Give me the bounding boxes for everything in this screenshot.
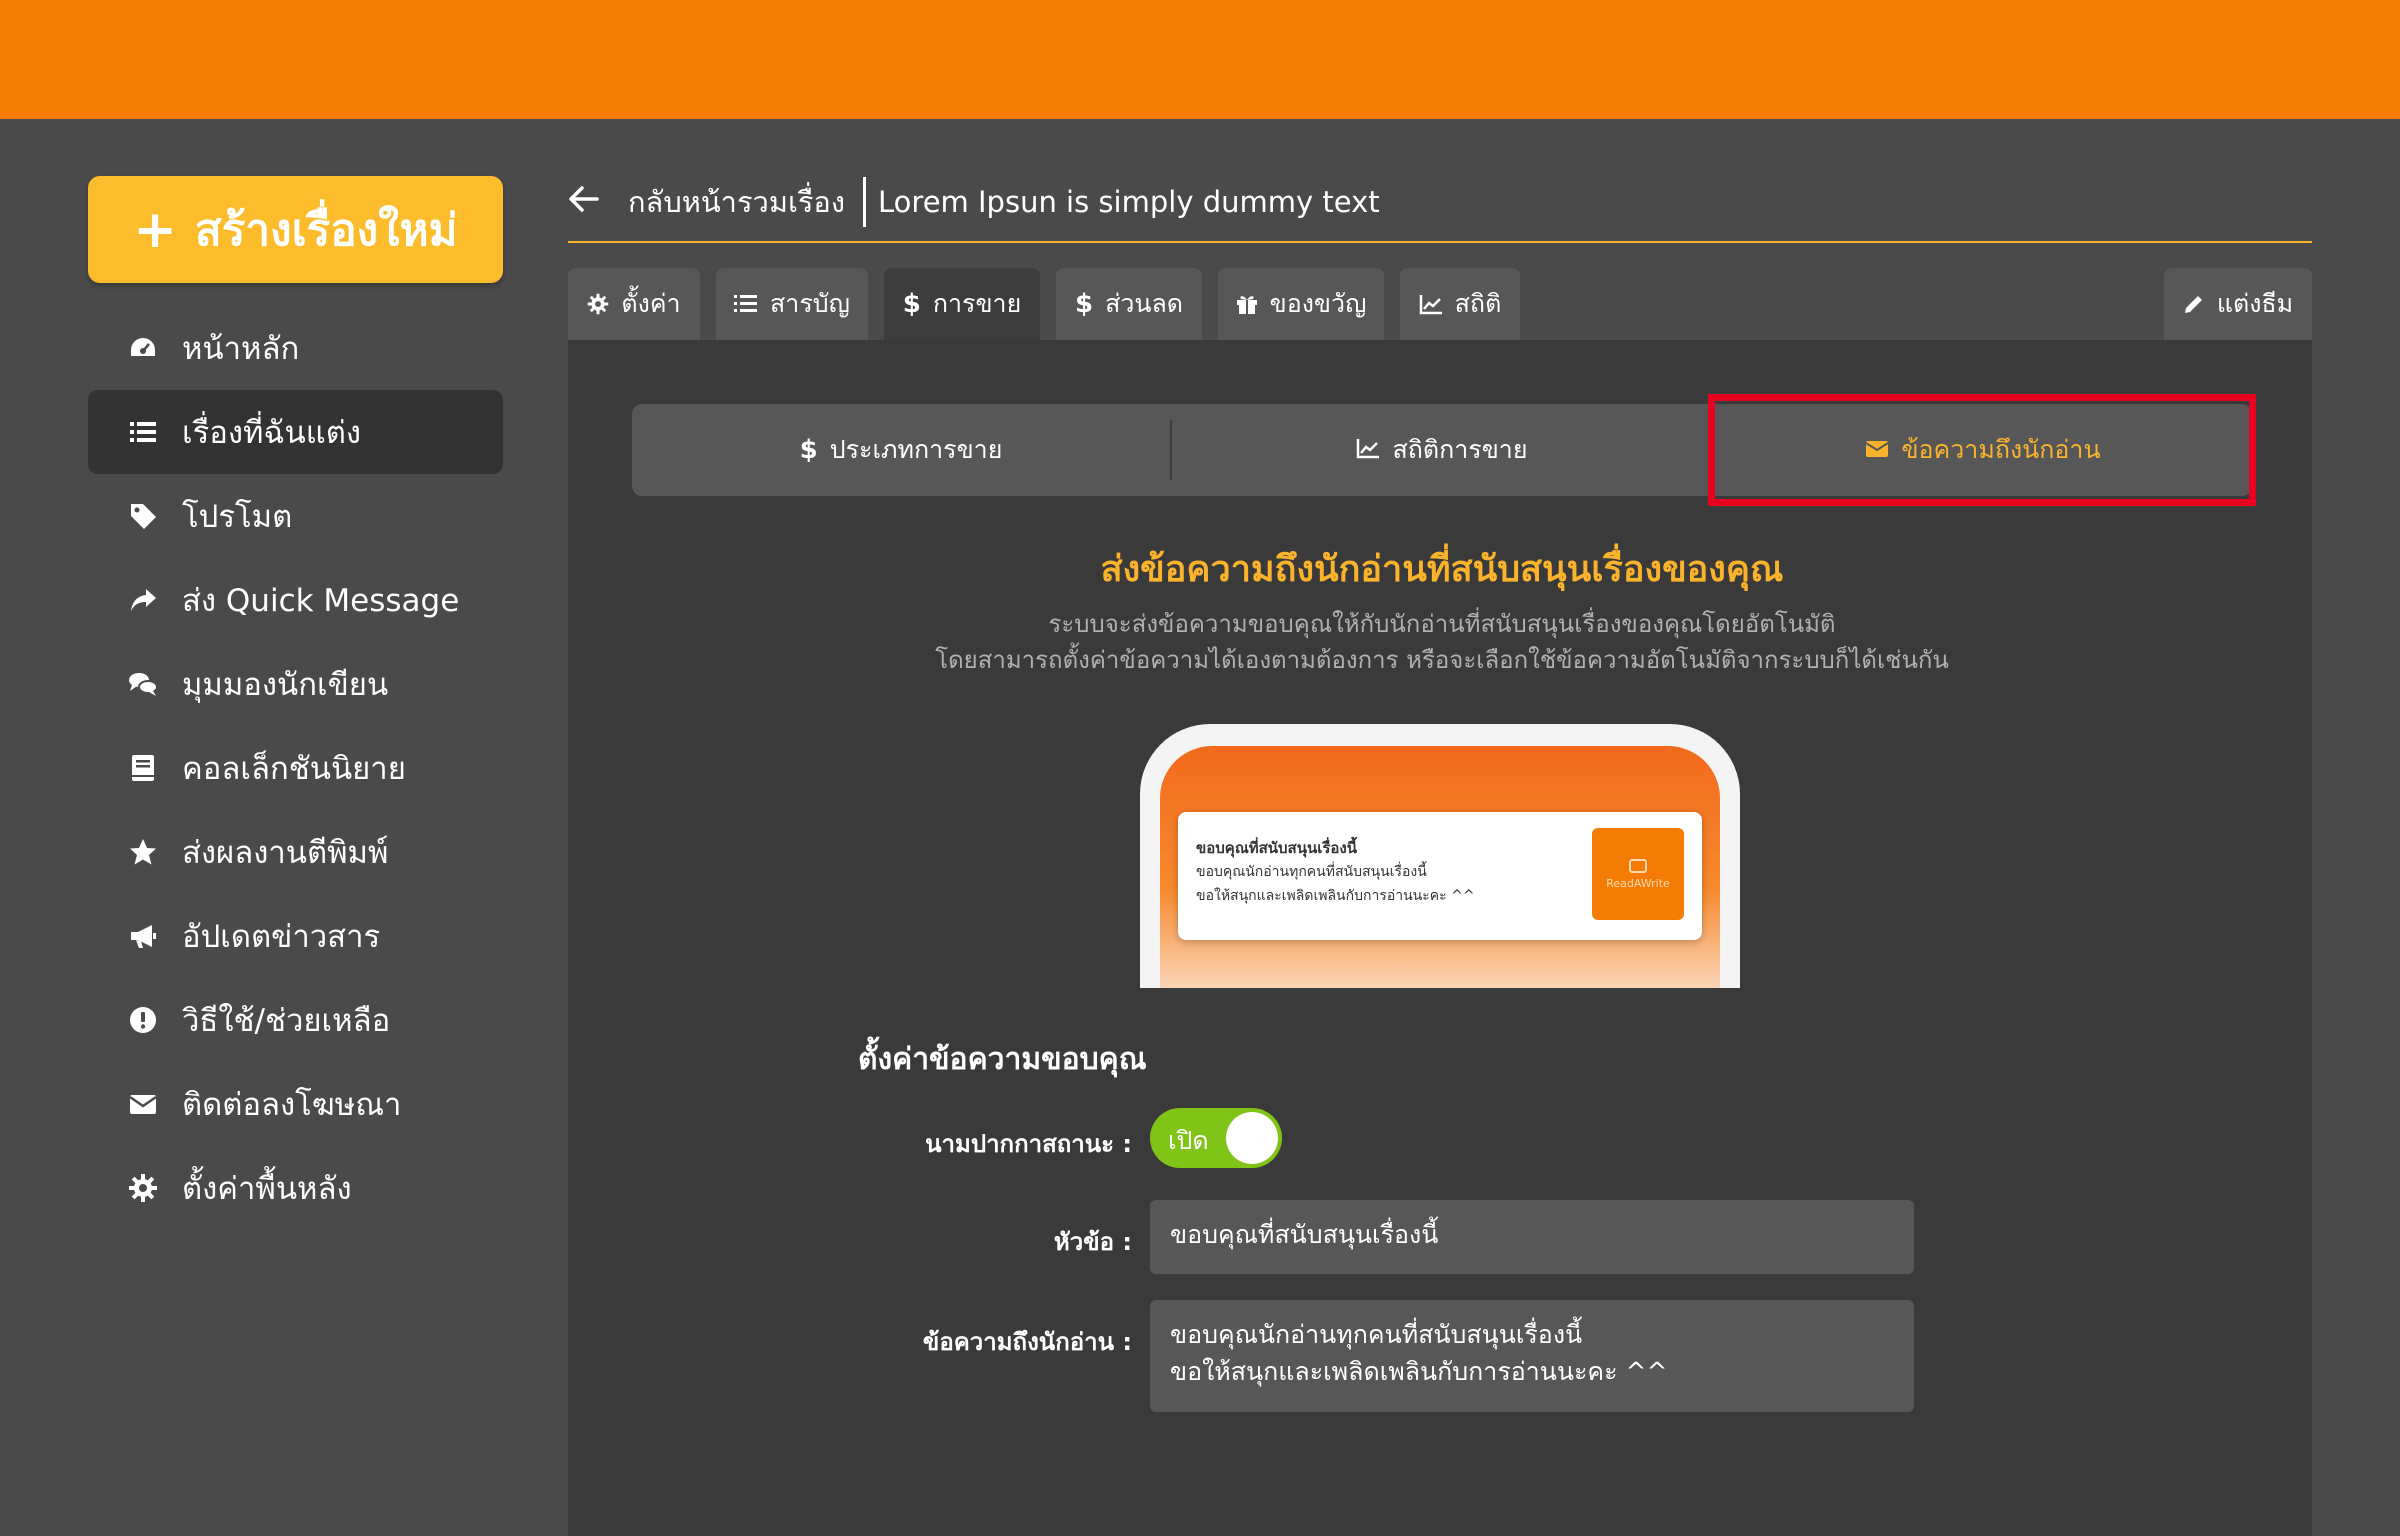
book-icon — [126, 751, 160, 785]
subtab-label: สถิติการขาย — [1392, 435, 1528, 464]
story-title: Lorem Ipsun is simply dummy text — [878, 185, 1380, 219]
sidebar-item-quick-message[interactable]: ส่ง Quick Message — [88, 558, 503, 642]
sidebar-item-ads-contact[interactable]: ติดต่อลงโฆษณา — [88, 1062, 503, 1146]
alert-circle-icon — [126, 1003, 160, 1037]
sidebar-item-news[interactable]: อัปเดตข่าวสาร — [88, 894, 503, 978]
message-line: ขอให้สนุกและเพลิดเพลินกับการอ่านนะคะ ^^ — [1170, 1357, 1668, 1386]
form-section-title: ตั้งค่าข้อความขอบคุณ — [858, 1042, 1147, 1077]
sidebar-item-label: ส่งผลงานตีพิมพ์ — [182, 835, 389, 871]
notification-line: ขอบคุณนักอ่านทุกคนที่สนับสนุนเรื่องนี้ — [1196, 864, 1427, 880]
dollar-icon: $ — [902, 289, 921, 319]
sidebar-item-label: หน้าหลัก — [182, 331, 300, 367]
anonymous-label: นามปากกาสถานะ : — [925, 1130, 1132, 1158]
pencil-icon — [2183, 293, 2205, 315]
subject-input[interactable]: ขอบคุณที่สนับสนุนเรื่องนี้ — [1150, 1200, 1914, 1274]
sidebar-item-label: วิธีใช้/ช่วยเหลือ — [182, 1003, 391, 1039]
tab-contents[interactable]: สารบัญ — [716, 268, 868, 340]
notification-text: ขอบคุณที่สนับสนุนเรื่องนี้ ขอบคุณนักอ่าน… — [1196, 836, 1475, 908]
tab-label: แต่งธีม — [2216, 289, 2294, 318]
tab-gifts[interactable]: ของขวัญ — [1218, 268, 1384, 340]
sidebar-item-home[interactable]: หน้าหลัก — [88, 306, 503, 390]
toggle-knob — [1226, 1112, 1278, 1164]
sidebar-item-publish[interactable]: ส่งผลงานตีพิมพ์ — [88, 810, 503, 894]
subtab-label: ประเภทการขาย — [829, 435, 1003, 464]
tab-label: สารบัญ — [770, 289, 850, 318]
breadcrumb-divider — [863, 177, 867, 227]
line-chart-icon — [1419, 293, 1443, 315]
tab-label: ส่วนลด — [1105, 289, 1184, 318]
tab-label: ของขวัญ — [1269, 289, 1367, 318]
sidebar-item-label: เรื่องที่ฉันแต่ง — [182, 415, 361, 451]
notification-line: ขอให้สนุกและเพลิดเพลินกับการอ่านนะคะ ^^ — [1196, 888, 1475, 904]
sidebar-item-help[interactable]: วิธีใช้/ช่วยเหลือ — [88, 978, 503, 1062]
sidebar-item-collection[interactable]: คอลเล็กชันนิยาย — [88, 726, 503, 810]
sidebar-item-label: ตั้งค่าพื้นหลัง — [182, 1171, 352, 1207]
tab-customize-theme[interactable]: แต่งธีม — [2164, 268, 2312, 340]
tab-label: การขาย — [932, 289, 1022, 318]
gear-icon — [126, 1171, 160, 1205]
tag-icon — [126, 499, 160, 533]
notification-title: ขอบคุณที่สนับสนุนเรื่องนี้ — [1196, 839, 1357, 857]
subtab-sales-stats[interactable]: สถิติการขาย — [1172, 404, 1712, 496]
plus-icon: + — [133, 199, 177, 260]
envelope-icon — [126, 1087, 160, 1121]
share-icon — [126, 583, 160, 617]
line-chart-icon — [1356, 436, 1380, 465]
toggle-label: เปิด — [1168, 1126, 1209, 1155]
sidebar-item-my-stories[interactable]: เรื่องที่ฉันแต่ง — [88, 390, 503, 474]
sidebar-item-label: คอลเล็กชันนิยาย — [182, 751, 406, 787]
sidebar-item-background-settings[interactable]: ตั้งค่าพื้นหลัง — [88, 1146, 503, 1230]
subject-label: หัวข้อ : — [1053, 1228, 1132, 1256]
header-underline — [568, 241, 2312, 243]
create-story-label: สร้างเรื่องใหม่ — [194, 204, 458, 256]
subject-value: ขอบคุณที่สนับสนุนเรื่องนี้ — [1170, 1220, 1439, 1249]
app-logo-text: ReadAWrite — [1606, 876, 1670, 890]
sidebar-item-label: โปรโมต — [182, 499, 293, 535]
star-icon — [126, 835, 160, 869]
tab-stats[interactable]: สถิติ — [1400, 268, 1520, 340]
gift-icon — [1236, 293, 1258, 315]
dollar-icon: $ — [1074, 289, 1094, 319]
intro-description: ระบบจะส่งข้อความขอบคุณให้กับนักอ่านที่สน… — [632, 606, 2252, 678]
tab-label: สถิติ — [1454, 289, 1502, 318]
create-story-button[interactable]: + สร้างเรื่องใหม่ — [88, 176, 503, 283]
highlight-box — [1708, 394, 2256, 506]
top-bar — [0, 0, 2400, 119]
app-logo-mark — [1629, 858, 1647, 873]
app-logo: ReadAWrite — [1592, 828, 1684, 920]
sidebar-item-label: อัปเดตข่าวสาร — [182, 919, 381, 955]
tab-label: ตั้งค่า — [621, 289, 681, 318]
tab-settings[interactable]: ตั้งค่า — [568, 268, 700, 340]
sidebar-item-promote[interactable]: โปรโมต — [88, 474, 503, 558]
dashboard-icon — [126, 331, 160, 365]
intro-description-line: ระบบจะส่งข้อความขอบคุณให้กับนักอ่านที่สน… — [1048, 610, 1836, 638]
tab-discount[interactable]: $ ส่วนลด — [1056, 268, 1202, 340]
sidebar-item-label: ส่ง Quick Message — [182, 583, 460, 619]
back-arrow-icon[interactable] — [568, 184, 606, 221]
dollar-icon: $ — [799, 435, 818, 465]
gear-icon — [587, 293, 609, 315]
breadcrumb: กลับหน้ารวมเรื่อง Lorem Ipsun is simply … — [568, 172, 1380, 232]
sidebar-item-writer-view[interactable]: มุมมองนักเขียน — [88, 642, 503, 726]
megaphone-icon — [126, 919, 160, 953]
sidebar-item-label: ติดต่อลงโฆษณา — [182, 1087, 402, 1123]
sidebar-item-label: มุมมองนักเขียน — [182, 667, 389, 703]
intro-description-line: โดยสามารถตั้งค่าข้อความได้เองตามต้องการ … — [935, 646, 1949, 674]
message-textarea[interactable]: ขอบคุณนักอ่านทุกคนที่สนับสนุนเรื่องนี้ ข… — [1150, 1300, 1914, 1412]
back-to-stories-link[interactable]: กลับหน้ารวมเรื่อง — [628, 179, 845, 225]
message-label: ข้อความถึงนักอ่าน : — [922, 1328, 1132, 1356]
subtab-sale-type[interactable]: $ ประเภทการขาย — [632, 404, 1170, 496]
list-ol-icon — [734, 293, 758, 315]
sidebar-menu: หน้าหลัก เรื่องที่ฉันแต่ง โปรโมต ส่ง Qui… — [88, 306, 503, 1230]
intro-title: ส่งข้อความถึงนักอ่านที่สนับสนุนเรื่องของ… — [1100, 549, 1784, 590]
message-line: ขอบคุณนักอ่านทุกคนที่สนับสนุนเรื่องนี้ — [1170, 1320, 1583, 1349]
notification-preview: ขอบคุณที่สนับสนุนเรื่องนี้ ขอบคุณนักอ่าน… — [1178, 812, 1702, 940]
anonymous-toggle[interactable]: เปิด — [1150, 1108, 1282, 1168]
tab-sales[interactable]: $ การขาย — [884, 268, 1040, 340]
comments-icon — [126, 667, 160, 701]
list-icon — [126, 415, 160, 449]
